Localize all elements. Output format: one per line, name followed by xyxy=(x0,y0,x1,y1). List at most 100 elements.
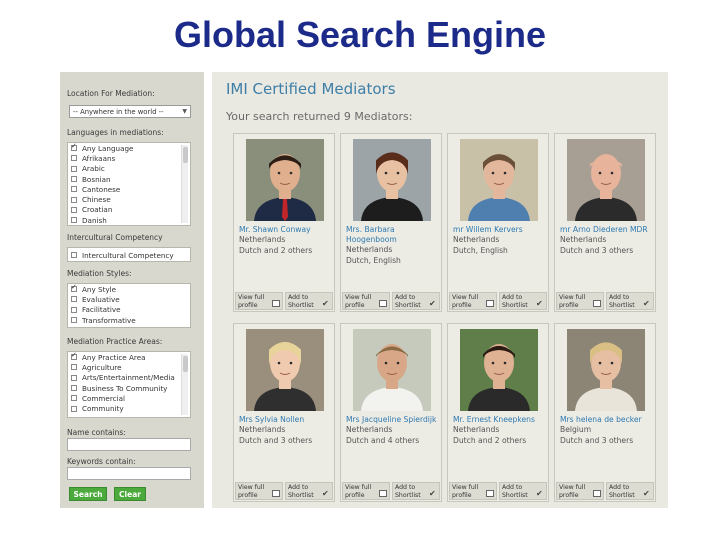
languages-scrollbar[interactable] xyxy=(181,145,188,223)
practice-area-option[interactable]: Arts/Entertainment/Media xyxy=(68,373,190,383)
style-checkbox[interactable] xyxy=(71,317,77,324)
practice-area-checkbox[interactable] xyxy=(71,385,77,392)
mediator-card: Mrs. Barbara Hoogenboom Netherlands Dutch,… xyxy=(340,133,442,312)
language-checkbox[interactable] xyxy=(71,165,77,172)
language-option[interactable]: Cantonese xyxy=(68,184,190,194)
practice-area-option[interactable]: Community xyxy=(68,403,190,413)
intercultural-checkbox[interactable] xyxy=(71,252,77,259)
practice-area-checkbox[interactable] xyxy=(71,374,77,381)
language-option[interactable]: Danish xyxy=(68,215,190,225)
styles-listbox[interactable]: Any StyleEvaluativeFacilitativeTransform… xyxy=(67,283,191,328)
mediator-card: Mr. Ernest Kneepkens Netherlands Dutch and… xyxy=(447,323,549,502)
view-profile-button[interactable]: View full profile xyxy=(449,292,497,310)
style-option[interactable]: Any Style xyxy=(68,284,190,294)
mediator-info: Mr. Ernest Kneepkens Netherlands Dutch and… xyxy=(453,415,548,446)
intercultural-option[interactable]: Intercultural Competency xyxy=(68,250,190,260)
mediator-photo[interactable] xyxy=(246,139,324,221)
card-actions: View full profile Add to Shortlist ✔ xyxy=(449,482,547,500)
add-to-shortlist-button[interactable]: Add to Shortlist ✔ xyxy=(392,482,440,500)
mediator-photo[interactable] xyxy=(460,329,538,411)
mediator-info: Mrs Jacqueline Spierdijk Netherlands Dutch… xyxy=(346,415,441,446)
language-checkbox[interactable] xyxy=(71,155,77,162)
language-option[interactable]: Croatian xyxy=(68,205,190,215)
language-option[interactable]: Arabic xyxy=(68,164,190,174)
language-checkbox[interactable] xyxy=(71,206,77,213)
mediator-photo[interactable] xyxy=(567,329,645,411)
mediator-name-link[interactable]: Mrs Jacqueline Spierdijk xyxy=(346,415,441,425)
view-profile-button[interactable]: View full profile xyxy=(235,482,283,500)
mediator-country: Netherlands xyxy=(453,425,500,434)
name-contains-input[interactable] xyxy=(67,438,191,451)
language-option[interactable]: Afrikaans xyxy=(68,153,190,163)
checkmark-icon: ✔ xyxy=(322,299,329,308)
add-to-shortlist-button[interactable]: Add to Shortlist ✔ xyxy=(606,292,654,310)
practice-area-checkbox[interactable] xyxy=(71,364,77,371)
add-to-shortlist-button[interactable]: Add to Shortlist ✔ xyxy=(499,482,547,500)
style-checkbox[interactable] xyxy=(71,296,77,303)
mediator-photo[interactable] xyxy=(460,139,538,221)
mediator-name-link[interactable]: mr Willem Kervers xyxy=(453,225,548,235)
language-checkbox[interactable] xyxy=(71,217,77,224)
mediator-photo[interactable] xyxy=(567,139,645,221)
practice-area-option[interactable]: Business To Community xyxy=(68,383,190,393)
mediator-name-link[interactable]: mr Arno Diederen MDR xyxy=(560,225,655,235)
view-profile-button[interactable]: View full profile xyxy=(342,482,390,500)
practice-area-option-label: Commercial xyxy=(82,393,125,403)
mediator-name-link[interactable]: Mrs helena de becker xyxy=(560,415,655,425)
mediator-name-link[interactable]: Mr. Shawn Conway xyxy=(239,225,334,235)
search-button[interactable]: Search xyxy=(69,487,107,501)
language-checkbox[interactable] xyxy=(71,143,77,152)
mediator-name-link[interactable]: Mr. Ernest Kneepkens xyxy=(453,415,548,425)
practice-area-option[interactable]: Agriculture xyxy=(68,362,190,372)
add-to-shortlist-button[interactable]: Add to Shortlist ✔ xyxy=(285,482,333,500)
view-profile-button[interactable]: View full profile xyxy=(342,292,390,310)
language-option[interactable]: Chinese xyxy=(68,194,190,204)
view-profile-button[interactable]: View full profile xyxy=(556,292,604,310)
style-option[interactable]: Facilitative xyxy=(68,305,190,315)
mediator-name-link[interactable]: Mrs. Barbara Hoogenboom xyxy=(346,225,441,245)
practice-area-checkbox[interactable] xyxy=(71,405,77,412)
add-to-shortlist-button[interactable]: Add to Shortlist ✔ xyxy=(499,292,547,310)
practice-area-option[interactable]: Commercial xyxy=(68,393,190,403)
mediator-info: Mrs Sylvia Nollen Netherlands Dutch and 3 … xyxy=(239,415,334,446)
style-option-label: Facilitative xyxy=(82,305,121,315)
view-profile-button[interactable]: View full profile xyxy=(556,482,604,500)
add-to-shortlist-button[interactable]: Add to Shortlist ✔ xyxy=(285,292,333,310)
add-to-shortlist-button[interactable]: Add to Shortlist ✔ xyxy=(392,292,440,310)
add-to-shortlist-button[interactable]: Add to Shortlist ✔ xyxy=(606,482,654,500)
style-checkbox[interactable] xyxy=(71,284,77,293)
mediator-photo[interactable] xyxy=(353,139,431,221)
mediator-photo[interactable] xyxy=(246,329,324,411)
practice-area-option[interactable]: Any Practice Area xyxy=(68,352,190,362)
language-checkbox[interactable] xyxy=(71,186,77,193)
practice-areas-scrollbar[interactable] xyxy=(181,354,188,415)
mediator-languages: Dutch and 3 others xyxy=(239,435,313,445)
language-checkbox[interactable] xyxy=(71,196,77,203)
language-option[interactable]: Any Language xyxy=(68,143,190,153)
language-option-label: Arabic xyxy=(82,164,105,174)
practice-area-checkbox[interactable] xyxy=(71,395,77,402)
mediator-info: Mrs helena de becker Belgium Dutch and 3 o… xyxy=(560,415,655,446)
language-option[interactable]: Bosnian xyxy=(68,174,190,184)
mediator-country: Netherlands xyxy=(239,235,286,244)
practice-area-option-label: Community xyxy=(82,404,124,414)
keywords-contain-input[interactable] xyxy=(67,467,191,480)
practice-areas-listbox[interactable]: Any Practice AreaAgricultureArts/Enterta… xyxy=(67,351,191,418)
language-option-label: Bosnian xyxy=(82,174,111,184)
checkmark-icon: ✔ xyxy=(643,299,650,308)
languages-listbox[interactable]: Any LanguageAfrikaansArabicBosnianCanton… xyxy=(67,142,191,226)
view-profile-button[interactable]: View full profile xyxy=(449,482,497,500)
view-profile-button[interactable]: View full profile xyxy=(235,292,283,310)
mediator-photo[interactable] xyxy=(353,329,431,411)
card-actions: View full profile Add to Shortlist ✔ xyxy=(235,482,333,500)
language-checkbox[interactable] xyxy=(71,176,77,183)
language-option-label: Any Language xyxy=(82,143,134,153)
practice-area-checkbox[interactable] xyxy=(71,352,77,361)
style-checkbox[interactable] xyxy=(71,306,77,313)
style-option[interactable]: Evaluative xyxy=(68,294,190,304)
clear-button[interactable]: Clear xyxy=(114,487,146,501)
style-option[interactable]: Transformative xyxy=(68,315,190,325)
location-select[interactable]: -- Anywhere in the world -- ▼ xyxy=(69,105,191,118)
mediator-name-link[interactable]: Mrs Sylvia Nollen xyxy=(239,415,334,425)
card-actions: View full profile Add to Shortlist ✔ xyxy=(556,292,654,310)
